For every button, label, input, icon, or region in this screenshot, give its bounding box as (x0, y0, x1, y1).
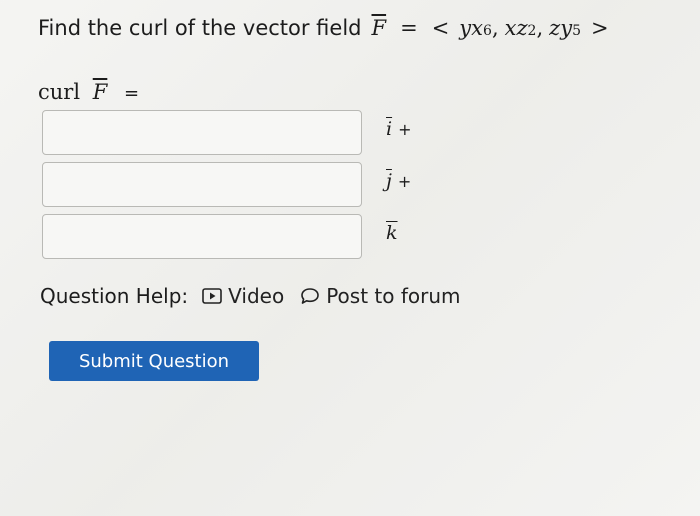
video-link[interactable]: Video (202, 284, 284, 308)
close-bracket: > (591, 16, 609, 40)
question-page: Find the curl of the vector field F = < … (0, 0, 700, 516)
j-unit-symbol: j (386, 170, 392, 192)
curl-label: curl F = (38, 80, 139, 104)
j-plus-sign: + (397, 172, 412, 191)
separator-1: , (491, 16, 499, 40)
question-help: Question Help: Video Post to forum (40, 284, 477, 308)
equals-sign: = (400, 16, 418, 40)
curl-field-symbol: F (92, 80, 108, 104)
post-to-forum-label: Post to forum (326, 284, 461, 308)
video-link-label: Video (228, 284, 285, 308)
component-3-base: zy (549, 16, 573, 40)
j-component-input[interactable] (42, 162, 362, 207)
k-unit-symbol: k (386, 222, 398, 244)
component-1-base: yx (459, 16, 484, 40)
question-prefix: Find the curl of the vector field (38, 16, 362, 40)
question-text: Find the curl of the vector field F = < … (38, 16, 609, 40)
open-bracket: < (431, 16, 450, 40)
curl-word: curl (38, 80, 81, 104)
question-help-label: Question Help: (40, 284, 189, 308)
k-unit-label: k (386, 222, 404, 244)
play-icon (202, 288, 222, 304)
i-plus-sign: + (398, 120, 412, 139)
speech-bubble-icon (300, 287, 320, 305)
submit-question-button[interactable]: Submit Question (49, 341, 259, 381)
i-component-input[interactable] (42, 110, 362, 155)
field-symbol: F (371, 16, 387, 40)
i-unit-label: i + (386, 118, 411, 140)
j-unit-label: j + (386, 170, 411, 192)
separator-2: , (536, 16, 544, 40)
curl-equals: = (124, 83, 140, 104)
component-2-base: xz (504, 16, 528, 40)
k-component-input[interactable] (42, 214, 362, 259)
post-to-forum-link[interactable]: Post to forum (300, 284, 461, 308)
i-unit-symbol: i (386, 118, 393, 140)
